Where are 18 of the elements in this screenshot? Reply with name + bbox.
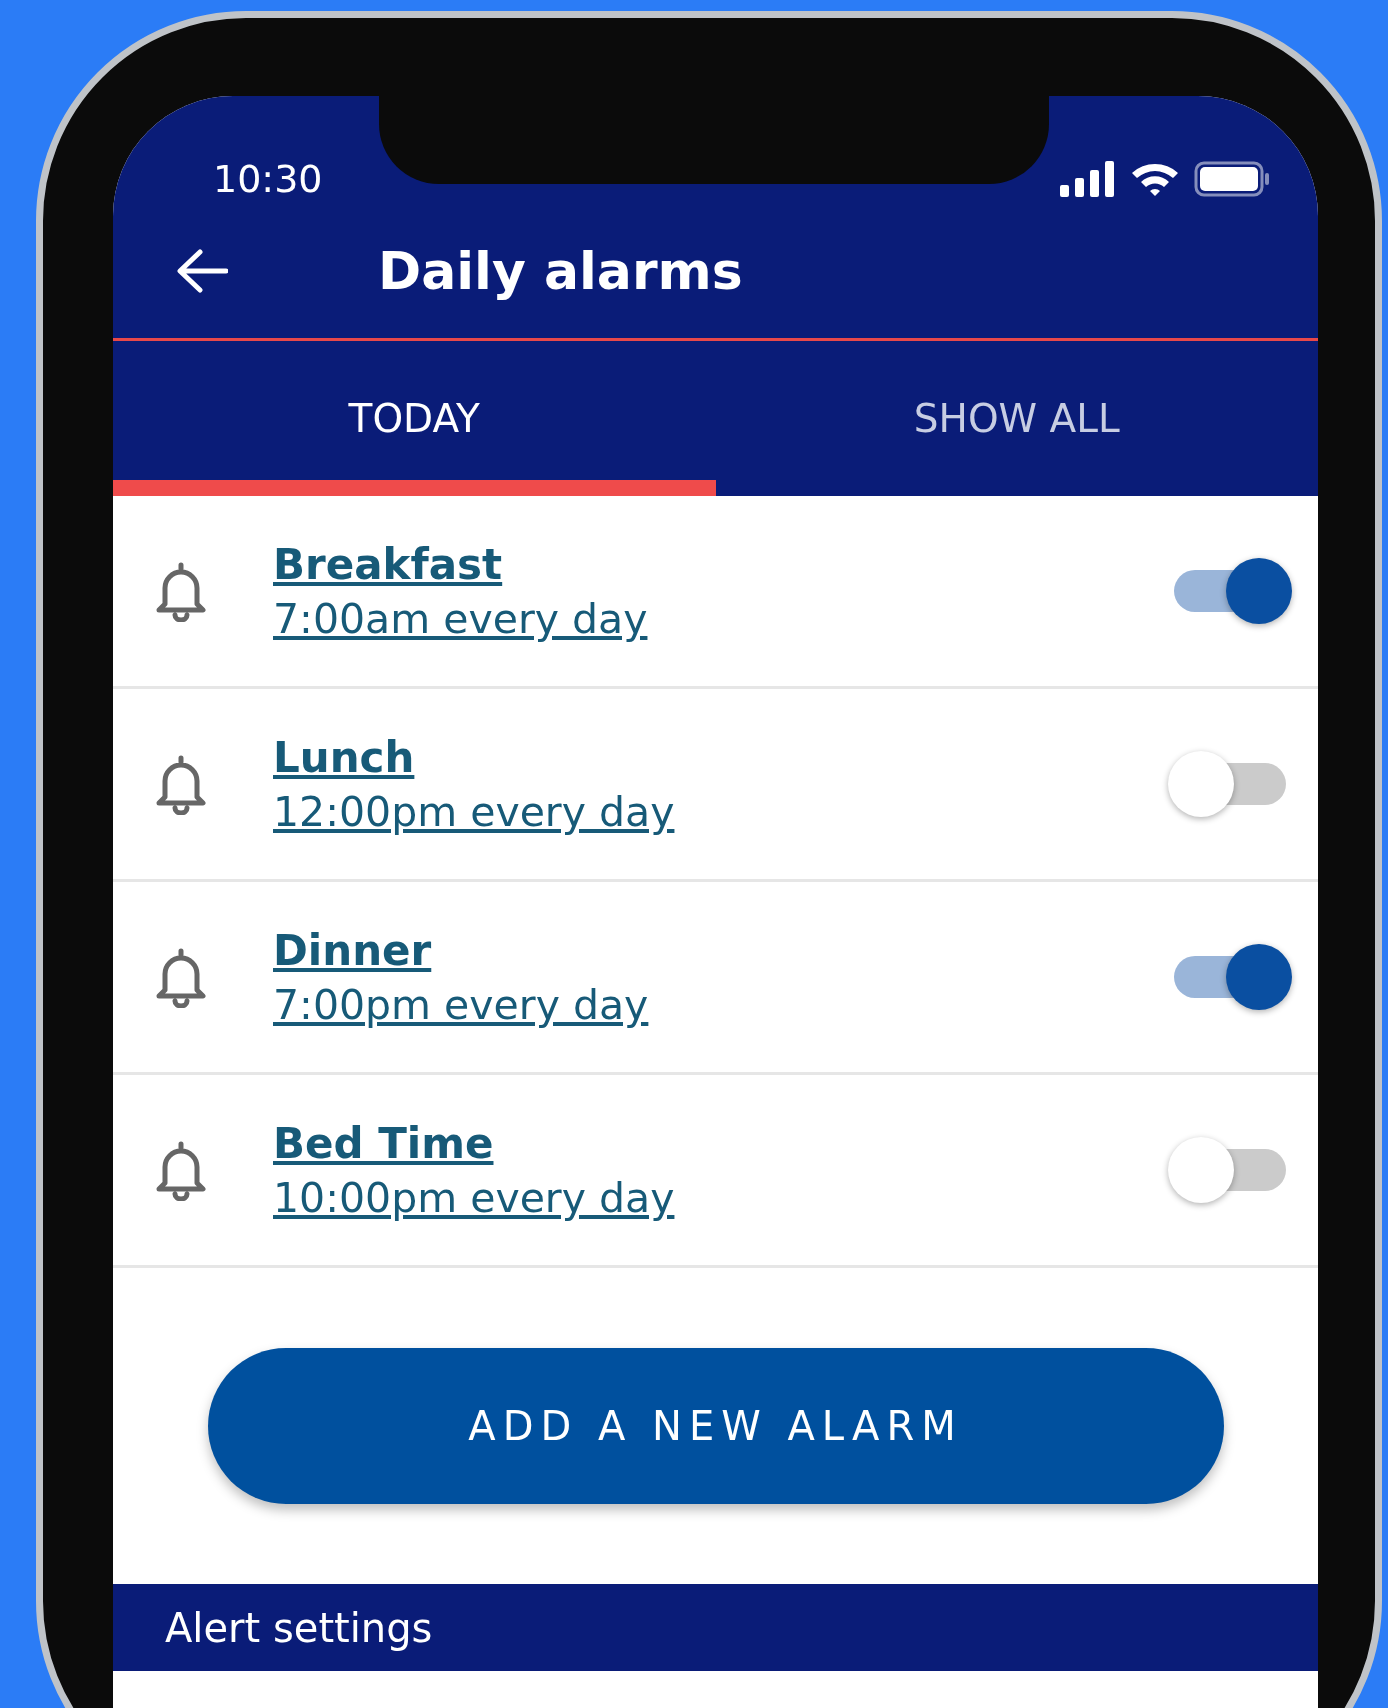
battery-icon <box>1194 161 1270 197</box>
section-title: Alert settings <box>165 1604 433 1651</box>
status-time: 10:30 <box>213 156 323 203</box>
page-title: Daily alarms <box>378 241 743 301</box>
tab[interactable]: SHOW ALL <box>715 341 1318 496</box>
add-alarm-button[interactable]: ADD A NEW ALARM <box>207 1348 1224 1504</box>
alarm-schedule-link[interactable]: 7:00am every day <box>273 594 648 643</box>
back-arrow-icon[interactable] <box>176 249 228 293</box>
tab[interactable]: TODAY <box>113 341 716 496</box>
alarm-title-link[interactable]: Dinner <box>273 925 432 975</box>
signal-icon <box>1060 161 1116 197</box>
alarm-title-link[interactable]: Breakfast <box>273 539 503 589</box>
alarm-title-link[interactable]: Lunch <box>273 732 415 782</box>
alarm-schedule-link[interactable]: 7:00pm every day <box>273 980 649 1029</box>
alarm-schedule-link[interactable]: 12:00pm every day <box>273 787 675 836</box>
alarm-title-link[interactable]: Bed Time <box>273 1118 494 1168</box>
wifi-icon <box>1130 161 1180 197</box>
alarm-schedule-link[interactable]: 10:00pm every day <box>273 1173 675 1222</box>
